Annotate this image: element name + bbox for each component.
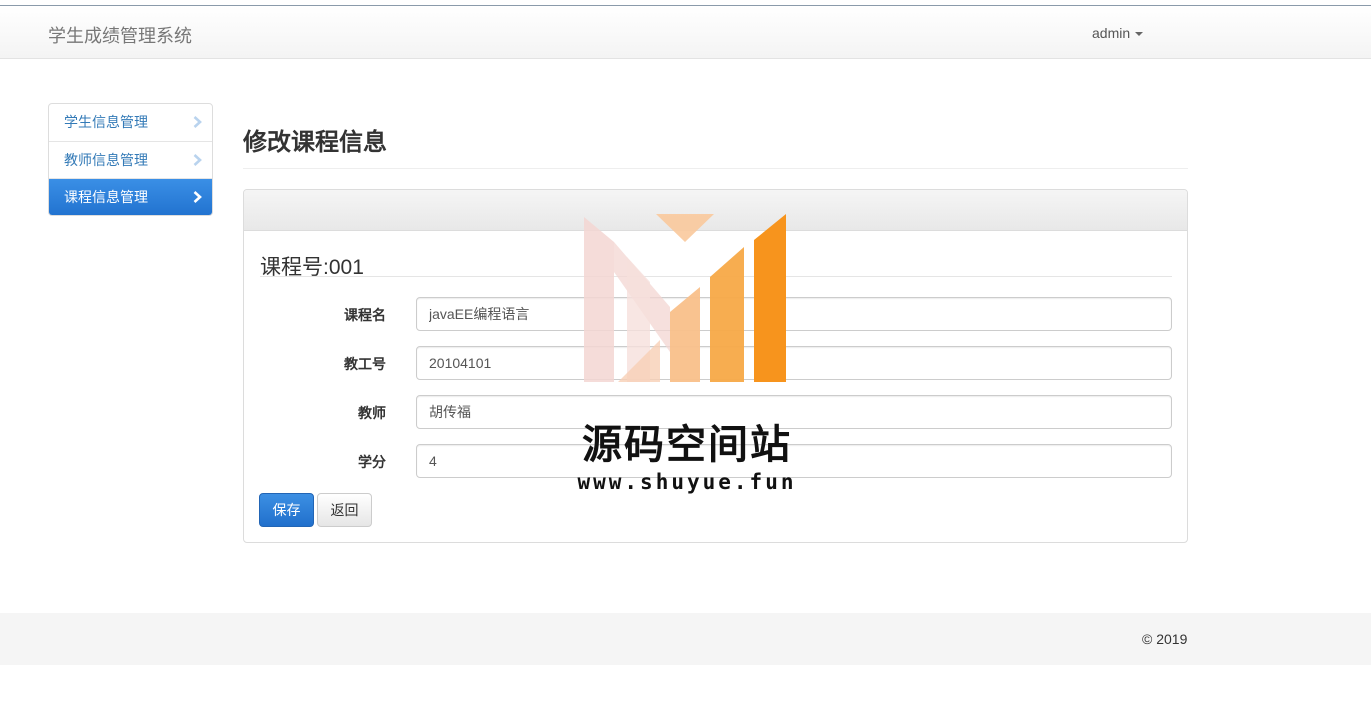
sidebar-item-courses[interactable]: 课程信息管理 [49,178,212,215]
caret-down-icon [1135,32,1144,37]
copyright-text: © 2019 [1142,631,1188,647]
user-dropdown[interactable]: admin [1092,25,1144,41]
title-divider [243,168,1188,169]
panel-heading [244,190,1187,231]
course-name-input[interactable] [416,297,1172,331]
brand-title[interactable]: 学生成绩管理系统 [48,22,192,48]
sidebar-item-label: 课程信息管理 [64,189,148,205]
save-button[interactable]: 保存 [259,493,314,527]
teacher-id-label: 教工号 [344,356,386,372]
sidebar-item-teachers[interactable]: 教师信息管理 [49,141,212,178]
teacher-input[interactable] [416,395,1172,429]
sidebar-item-students[interactable]: 学生信息管理 [49,104,212,141]
legend-divider [260,276,1172,277]
user-name: admin [1092,25,1131,41]
form-row-teacher: 教师 [244,395,1187,429]
form-row-course-name: 课程名 [244,297,1187,331]
page-title: 修改课程信息 [243,129,387,156]
footer: © 2019 [0,613,1371,665]
sidebar-item-label: 教师信息管理 [64,152,148,168]
sidebar: 学生信息管理 教师信息管理 课程信息管理 [48,103,213,216]
chevron-right-icon [193,191,202,203]
form-row-teacher-id: 教工号 [244,346,1187,380]
teacher-id-input[interactable] [416,346,1172,380]
course-name-label: 课程名 [344,307,386,323]
teacher-label: 教师 [358,405,386,421]
sidebar-item-label: 学生信息管理 [64,114,148,130]
chevron-right-icon [193,116,202,128]
edit-course-panel: 课程号:001 课程名 教工号 教师 学分 保存 返回 [243,189,1188,543]
back-button[interactable]: 返回 [317,493,372,527]
credits-label: 学分 [358,454,386,470]
credits-input[interactable] [416,444,1172,478]
navbar: 学生成绩管理系统 admin [0,6,1371,59]
form-row-credits: 学分 [244,444,1187,478]
chevron-right-icon [193,154,202,166]
